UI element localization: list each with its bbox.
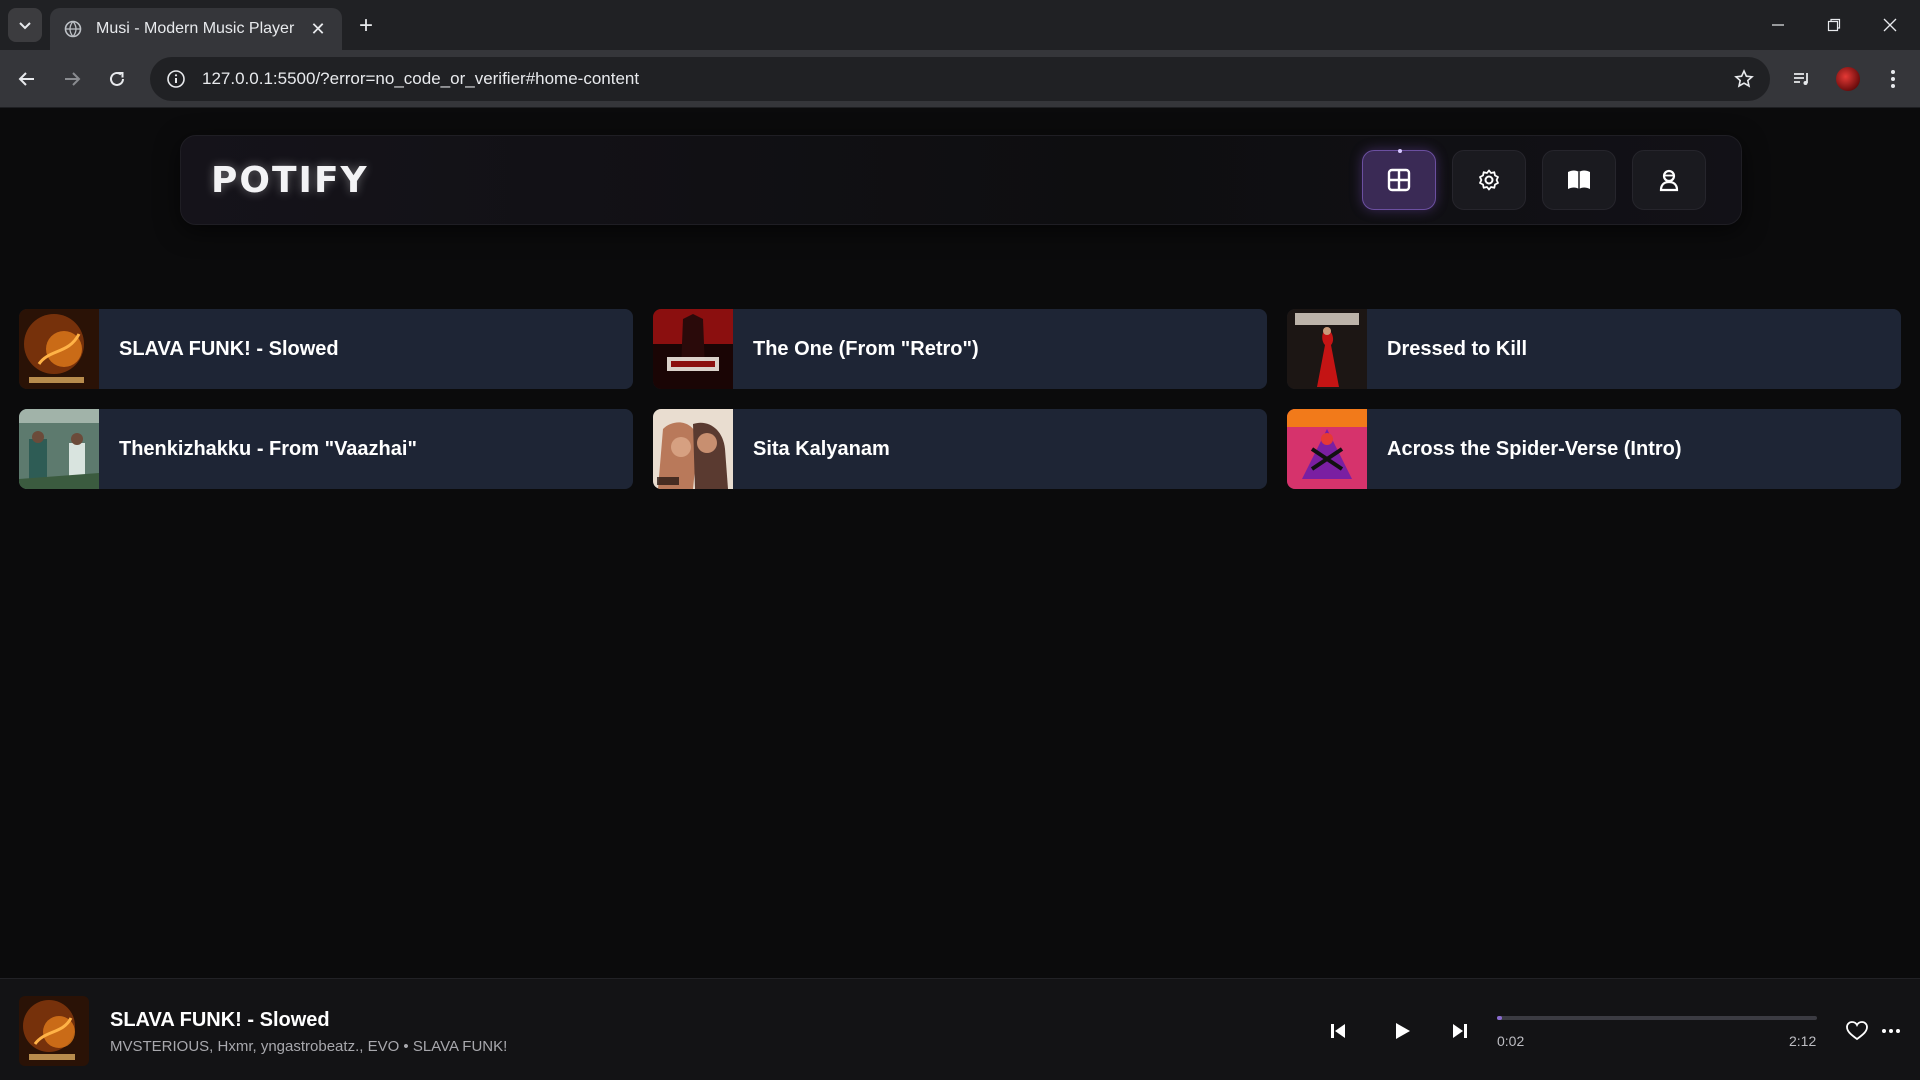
reload-icon [110,71,124,86]
previous-button[interactable] [1322,1015,1354,1047]
album-art [19,409,99,489]
progress-bar[interactable] [1497,1016,1817,1020]
track-card[interactable]: SLAVA FUNK! - Slowed [19,309,633,389]
info-icon[interactable] [166,69,186,89]
like-button[interactable] [1843,1017,1871,1045]
track-card[interactable]: Across the Spider-Verse (Intro) [1287,409,1901,489]
next-button[interactable] [1444,1015,1476,1047]
arrow-right-icon [65,72,81,86]
heart-icon [1846,1021,1868,1041]
globe-icon [64,20,82,38]
more-options-button[interactable] [1877,1017,1905,1045]
nav-settings-button[interactable] [1452,150,1526,210]
track-title: SLAVA FUNK! - Slowed [119,337,339,360]
track-title: Sita Kalyanam [753,437,890,460]
user-icon [1659,169,1679,192]
track-title: Across the Spider-Verse (Intro) [1387,437,1682,460]
media-control-button[interactable] [1788,65,1816,93]
track-card[interactable]: Thenkizhakku - From "Vaazhai" [19,409,633,489]
more-vertical-icon [1891,70,1895,88]
progress-fill [1497,1016,1502,1020]
skip-previous-icon [1331,1024,1345,1038]
close-icon [1883,18,1897,32]
bookmark-star-icon[interactable] [1734,69,1754,89]
tab-title: Musi - Modern Music Player [96,20,295,37]
arrow-left-icon [18,72,34,86]
avatar [1836,67,1860,91]
settings-icon [1479,169,1499,191]
album-art [653,309,733,389]
book-icon [1568,170,1590,189]
grid-icon [1387,168,1411,192]
app-header: POTIFY [180,135,1742,225]
nav-library-button[interactable] [1542,150,1616,210]
app-root: POTIFY SLAVA FUNK! - Slowed The One (Fro… [0,108,1920,1080]
track-card[interactable]: Dressed to Kill [1287,309,1901,389]
nav-profile-button[interactable] [1632,150,1706,210]
track-title: Dressed to Kill [1387,337,1528,360]
duration: 2:12 [1789,1033,1817,1049]
skip-next-icon [1453,1024,1467,1038]
minimize-button[interactable] [1750,0,1806,50]
play-icon [1396,1023,1410,1039]
now-playing-bar: SLAVA FUNK! - Slowed MVSTERIOUS, Hxmr, y… [0,978,1920,1080]
track-title: Thenkizhakku - From "Vaazhai" [119,437,417,460]
minimize-icon [1772,24,1784,26]
now-playing-album-art[interactable] [19,996,89,1066]
restore-icon [1827,18,1841,32]
profile-button[interactable] [1834,65,1862,93]
track-card[interactable]: The One (From "Retro") [653,309,1267,389]
playlist-icon [1794,73,1808,85]
more-horizontal-icon [1882,1029,1900,1033]
close-tab-icon[interactable]: ✕ [308,19,328,39]
album-art [653,409,733,489]
album-art [19,309,99,389]
reload-button[interactable] [99,61,135,97]
nav-home-button[interactable] [1362,149,1436,210]
track-card[interactable]: Sita Kalyanam [653,409,1267,489]
browser-tab-bar: Musi - Modern Music Player ✕ + [0,0,1920,50]
chevron-down-icon [19,22,31,30]
browser-menu-button[interactable] [1879,65,1907,93]
browser-toolbar: 127.0.0.1:5500/?error=no_code_or_verifie… [0,50,1920,108]
browser-tab[interactable]: Musi - Modern Music Player ✕ [50,8,342,50]
now-playing-title: SLAVA FUNK! - Slowed [110,1009,330,1031]
restore-button[interactable] [1806,0,1862,50]
close-window-button[interactable] [1862,0,1918,50]
address-bar[interactable]: 127.0.0.1:5500/?error=no_code_or_verifie… [150,57,1770,101]
back-button[interactable] [9,61,45,97]
url-text: 127.0.0.1:5500/?error=no_code_or_verifie… [202,69,640,88]
current-time: 0:02 [1497,1033,1525,1049]
forward-button[interactable] [54,61,90,97]
album-art [1287,309,1367,389]
track-title: The One (From "Retro") [753,337,979,360]
new-tab-button[interactable]: + [352,12,380,40]
app-logo[interactable]: POTIFY [211,160,369,201]
album-art [1287,409,1367,489]
tab-search-button[interactable] [8,8,42,42]
play-button[interactable] [1386,1015,1418,1047]
now-playing-artist[interactable]: MVSTERIOUS, Hxmr, yngastrobeatz., EVO • … [110,1038,507,1055]
